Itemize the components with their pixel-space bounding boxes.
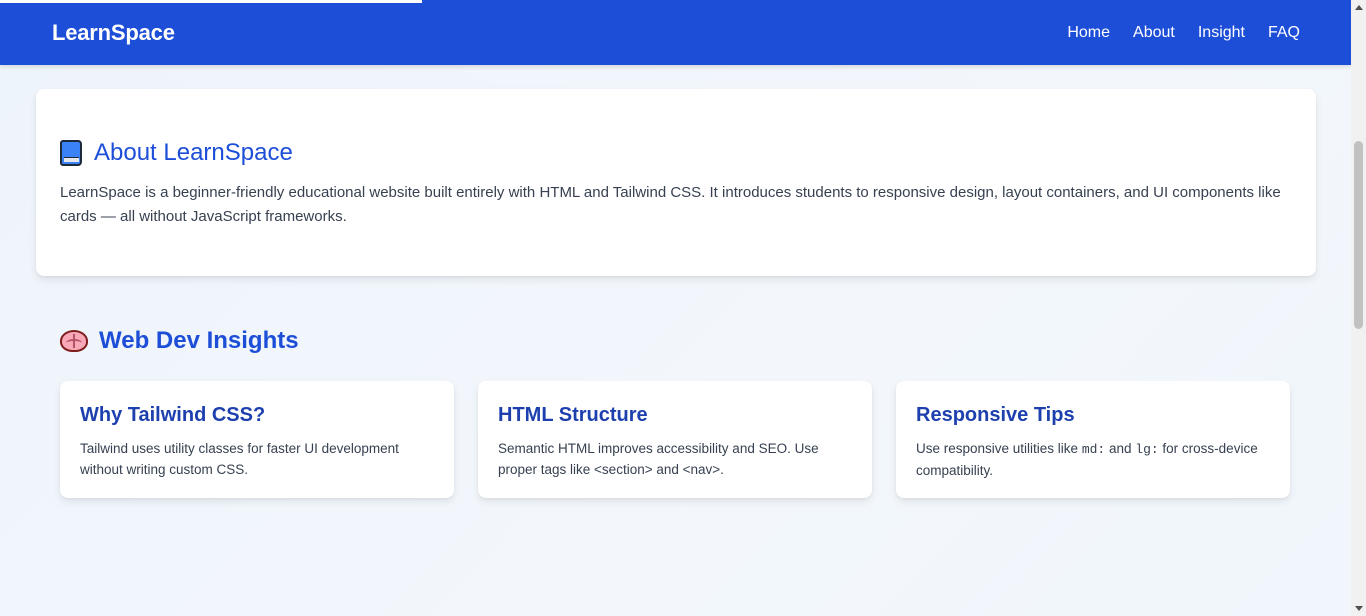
about-title: About LearnSpace bbox=[94, 139, 293, 166]
card-text: Semantic HTML improves accessibility and… bbox=[498, 441, 819, 477]
insight-card-responsive: Responsive Tips Use responsive utilities… bbox=[896, 381, 1290, 498]
nav-link-insight[interactable]: Insight bbox=[1198, 24, 1245, 42]
top-navbar: LearnSpace Home About Insight FAQ bbox=[0, 0, 1351, 65]
insights-heading: Web Dev Insights bbox=[60, 327, 299, 355]
card-text-part: Use responsive utilities like bbox=[916, 441, 1082, 456]
card-text: Use responsive utilities like md: and lg… bbox=[916, 438, 1270, 481]
insights-cards: Why Tailwind CSS? Tailwind uses utility … bbox=[60, 381, 1290, 498]
scroll-down-arrow-icon[interactable] bbox=[1355, 606, 1363, 611]
vertical-scrollbar[interactable] bbox=[1351, 0, 1366, 616]
brain-icon bbox=[60, 330, 88, 352]
nav-link-about[interactable]: About bbox=[1133, 24, 1175, 42]
insights-title: Web Dev Insights bbox=[99, 327, 299, 354]
book-icon bbox=[60, 140, 82, 166]
about-heading: About LearnSpace bbox=[60, 139, 1292, 167]
scrollbar-thumb[interactable] bbox=[1354, 141, 1363, 329]
nav-links: Home About Insight FAQ bbox=[1067, 24, 1300, 42]
card-text-part: and bbox=[1105, 441, 1136, 456]
card-text: Tailwind uses utility classes for faster… bbox=[80, 441, 399, 477]
brand-logo[interactable]: LearnSpace bbox=[52, 20, 175, 46]
scroll-up-arrow-icon[interactable] bbox=[1355, 5, 1363, 10]
insight-card-tailwind: Why Tailwind CSS? Tailwind uses utility … bbox=[60, 381, 454, 498]
card-title: HTML Structure bbox=[498, 404, 648, 426]
nav-link-faq[interactable]: FAQ bbox=[1268, 24, 1300, 42]
code-lg: lg: bbox=[1135, 442, 1159, 457]
about-description: LearnSpace is a beginner-friendly educat… bbox=[60, 184, 1281, 225]
nav-link-home[interactable]: Home bbox=[1067, 24, 1110, 42]
reading-progress-bar bbox=[0, 0, 422, 3]
code-md: md: bbox=[1081, 442, 1106, 457]
insight-card-html: HTML Structure Semantic HTML improves ac… bbox=[478, 381, 872, 498]
card-title: Responsive Tips bbox=[916, 404, 1075, 426]
card-title: Why Tailwind CSS? bbox=[80, 404, 266, 426]
about-section-card: About LearnSpace LearnSpace is a beginne… bbox=[36, 89, 1316, 276]
